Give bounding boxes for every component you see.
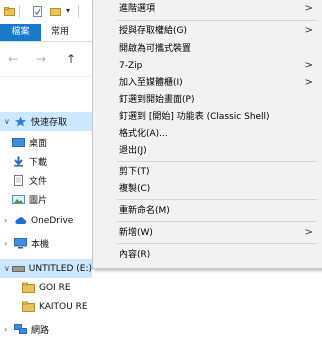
divider: [19, 5, 20, 18]
menu-item-cut[interactable]: 剪下(T): [93, 163, 322, 181]
menu-item-7zip[interactable]: 7-Zip >: [93, 57, 322, 75]
menu-item-label: 新增(W): [119, 228, 153, 238]
menu-item-label: 格式化(A)...: [119, 129, 168, 139]
nav-item-this-pc[interactable]: › 本機: [0, 234, 92, 253]
nav-item-folder-goi-re[interactable]: GOI RE: [0, 278, 92, 297]
menu-item-label: 剪下(T): [119, 167, 150, 177]
expand-chevron-icon[interactable]: ›: [4, 325, 14, 334]
menu-item-label: 7-Zip: [119, 61, 143, 71]
submenu-arrow-icon: >: [304, 77, 313, 88]
navigation-pane: ∨ 快速存取 桌面 下載 文件 圖片 › OneDrive › 本機 ∨ UNT…: [0, 108, 92, 355]
nav-label: 下載: [29, 158, 48, 168]
menu-item-label: 複製(C): [119, 184, 151, 194]
menu-item-rename[interactable]: 重新命名(M): [93, 202, 322, 220]
submenu-arrow-icon: >: [304, 227, 313, 238]
nav-item-folder-kaitou-re[interactable]: KAITOU RE: [0, 297, 92, 316]
nav-label: GOI RE: [39, 282, 71, 293]
nav-label: 網路: [31, 326, 50, 336]
nav-item-documents[interactable]: 文件: [0, 171, 104, 190]
menu-item-label: 釘選到開始畫面(P): [119, 95, 195, 105]
submenu-arrow-icon: >: [304, 3, 313, 14]
expand-chevron-icon[interactable]: ∨: [4, 264, 12, 273]
nav-item-desktop[interactable]: 桌面: [0, 133, 104, 152]
expand-chevron-icon[interactable]: ∨: [4, 117, 14, 126]
nav-label: 快速存取: [31, 118, 68, 128]
divider: [78, 5, 79, 18]
expand-chevron-icon[interactable]: ›: [4, 216, 14, 225]
menu-separator: [117, 243, 317, 244]
new-folder-icon[interactable]: [50, 6, 61, 17]
folder-icon: [22, 282, 35, 293]
properties-icon[interactable]: [32, 6, 43, 17]
customize-toolbar-icon[interactable]: ▾: [66, 6, 70, 15]
menu-item-open-portable-device[interactable]: 開啟為可攜式裝置: [93, 40, 322, 58]
menu-item-advanced-options[interactable]: 進階選項 >: [93, 0, 322, 18]
download-icon: [14, 156, 23, 167]
back-arrow-icon[interactable]: ←: [8, 52, 18, 66]
submenu-arrow-icon: >: [304, 25, 313, 36]
nav-item-drive-e[interactable]: ∨ UNTITLED (E:): [0, 259, 92, 278]
desktop-icon: [12, 138, 25, 147]
submenu-arrow-icon: >: [304, 60, 313, 71]
folder-icon[interactable]: [4, 6, 15, 17]
menu-separator: [117, 221, 317, 222]
nav-label: UNTITLED (E:): [28, 263, 92, 274]
menu-item-label: 內容(R): [119, 250, 151, 260]
computer-icon: [14, 238, 27, 249]
menu-item-label: 退出(J): [119, 146, 147, 156]
nav-label: 文件: [29, 177, 48, 187]
menu-item-new[interactable]: 新增(W) >: [93, 224, 322, 242]
nav-item-network[interactable]: › 網路: [0, 320, 92, 339]
menu-separator: [117, 161, 317, 162]
document-icon: [14, 175, 23, 186]
menu-item-format[interactable]: 格式化(A)...: [93, 125, 322, 143]
forward-arrow-icon[interactable]: →: [36, 52, 46, 66]
menu-item-properties[interactable]: 內容(R): [93, 246, 322, 264]
nav-item-downloads[interactable]: 下載: [0, 152, 104, 171]
menu-item-pin-to-start[interactable]: 釘選到開始畫面(P): [93, 91, 322, 109]
menu-item-label: 釘選到 [開始] 功能表 (Classic Shell): [119, 112, 270, 122]
nav-item-pictures[interactable]: 圖片: [0, 190, 104, 209]
picture-icon: [12, 195, 25, 204]
nav-label: 圖片: [29, 196, 48, 206]
drive-icon: [11, 266, 25, 272]
nav-item-onedrive[interactable]: › OneDrive: [0, 211, 92, 230]
menu-item-label: 授與存取權給(G): [119, 26, 187, 36]
menu-item-label: 加入至媒體櫃(I): [119, 78, 183, 88]
menu-item-pin-classic-shell[interactable]: 釘選到 [開始] 功能表 (Classic Shell): [93, 108, 322, 126]
menu-item-add-to-library[interactable]: 加入至媒體櫃(I) >: [93, 74, 322, 92]
nav-label: KAITOU RE: [39, 301, 88, 312]
star-icon: [15, 116, 26, 127]
menu-item-copy[interactable]: 複製(C): [93, 180, 322, 198]
expand-chevron-icon[interactable]: ›: [4, 239, 14, 248]
up-arrow-icon[interactable]: ↑: [66, 52, 76, 66]
nav-label: OneDrive: [31, 215, 74, 226]
context-menu: 進階選項 > 授與存取權給(G) > 開啟為可攜式裝置 7-Zip > 加入至媒…: [92, 0, 322, 269]
folder-icon: [22, 301, 35, 312]
cloud-icon: [15, 217, 27, 224]
menu-item-eject[interactable]: 退出(J): [93, 142, 322, 160]
nav-label: 桌面: [29, 139, 48, 149]
menu-separator: [117, 199, 317, 200]
menu-item-give-access[interactable]: 授與存取權給(G) >: [93, 22, 322, 40]
menu-item-label: 開啟為可攜式裝置: [119, 44, 192, 54]
menu-separator: [117, 20, 317, 21]
tab-home[interactable]: 常用: [51, 24, 69, 41]
menu-item-label: 進階選項: [119, 4, 156, 14]
tab-file[interactable]: 檔案: [0, 24, 41, 41]
network-icon: [14, 324, 27, 334]
nav-item-quick-access[interactable]: ∨ 快速存取: [0, 112, 92, 131]
nav-label: 本機: [31, 240, 50, 250]
menu-item-label: 重新命名(M): [119, 206, 170, 216]
